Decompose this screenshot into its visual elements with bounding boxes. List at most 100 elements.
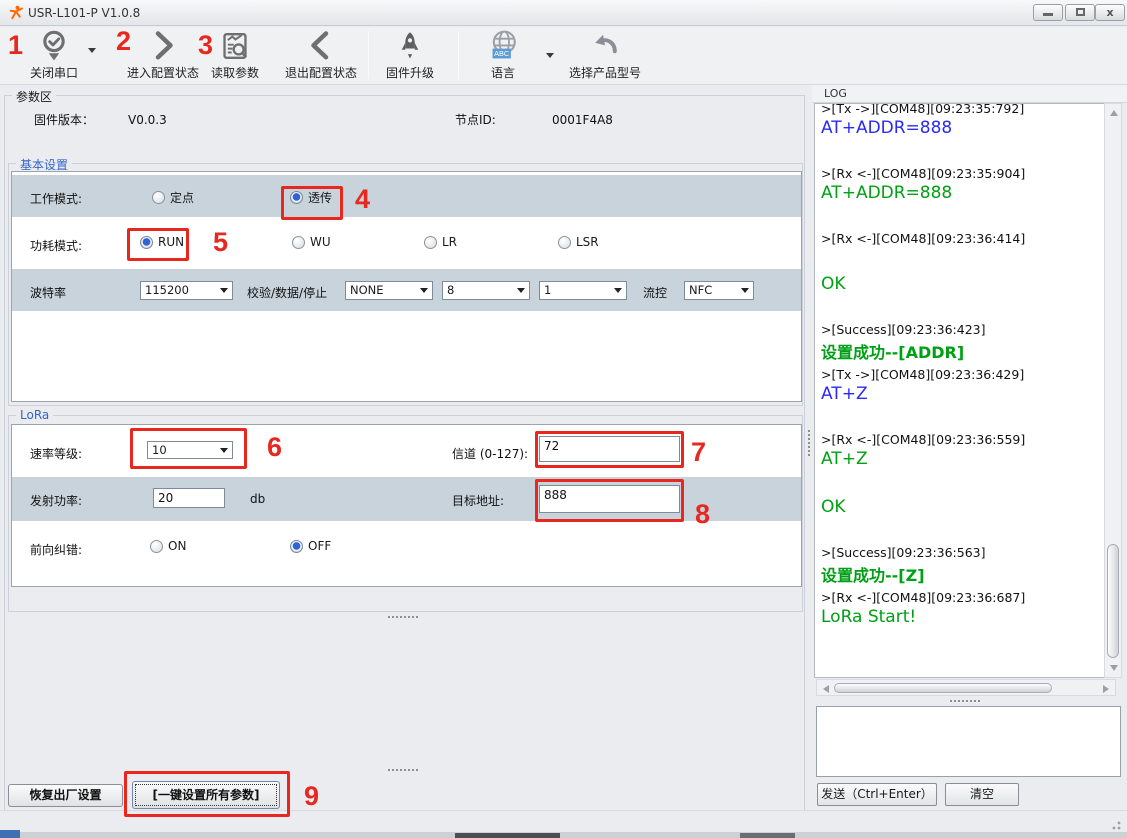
log-line: 设置成功--[ADDR] <box>821 339 1121 363</box>
close-button[interactable]: x <box>1095 4 1125 21</box>
window-title: USR-L101-P V1.0.8 <box>28 6 140 20</box>
clear-button[interactable]: 清空 <box>945 783 1019 806</box>
log-line: >[Tx ->][COM48][09:23:36:429] <box>821 367 1121 382</box>
background-window-fragment <box>0 830 20 838</box>
app-window: USR-L101-P V1.0.8 x 关闭串口 进入配置状态 <box>0 0 1127 838</box>
radio-dot <box>152 191 165 204</box>
toolbar-separator <box>368 31 369 79</box>
log-output-area[interactable]: >[Tx ->][COM48][09:23:35:792] AT+ADDR=888… <box>814 103 1122 678</box>
stopbits-select[interactable]: 1 <box>539 281 627 300</box>
undo-arrow-icon <box>589 29 621 63</box>
log-line: >[Rx <-][COM48][09:23:36:559] <box>821 432 1121 447</box>
close-serial-dropdown-caret[interactable] <box>88 48 96 53</box>
log-title: LOG <box>824 87 847 100</box>
annotation-number-7: 7 <box>691 437 706 468</box>
scrollbar-thumb[interactable] <box>834 683 1052 693</box>
annotation-box <box>127 228 189 261</box>
radio-work-mode-fixed[interactable]: 定点 <box>152 189 194 206</box>
parity-label: 校验/数据/停止 <box>247 284 327 301</box>
log-line: AT+ADDR=888 <box>821 118 1121 138</box>
chevron-down-icon <box>517 288 525 293</box>
maximize-button[interactable] <box>1065 4 1095 21</box>
background-window-fragment <box>455 833 560 838</box>
radio-power-wu[interactable]: WU <box>292 235 331 249</box>
log-line: OK <box>821 497 1121 517</box>
flow-select[interactable]: NFC <box>684 281 754 300</box>
scrollbar-thumb[interactable] <box>1107 544 1119 658</box>
annotation-number-6: 6 <box>267 432 282 463</box>
power-mode-label: 功耗模式: <box>30 237 82 254</box>
background-window-fragment <box>740 833 795 838</box>
rate-label: 速率等级: <box>30 445 82 462</box>
log-vertical-scrollbar[interactable] <box>1104 103 1122 678</box>
log-line: LoRa Start! <box>821 607 1121 627</box>
enter-config-button[interactable]: 进入配置状态 <box>120 29 206 83</box>
log-line: >[Tx ->][COM48][09:23:35:792] <box>821 103 1121 116</box>
splitter-handle[interactable] <box>388 769 418 771</box>
annotation-number-9: 9 <box>304 781 319 812</box>
language-dropdown-caret[interactable] <box>546 53 554 58</box>
chevron-left-icon <box>306 29 336 63</box>
scroll-right-arrow[interactable] <box>1103 685 1109 693</box>
databits-select[interactable]: 8 <box>442 281 530 300</box>
channel-label: 信道 (0-127): <box>452 445 528 462</box>
radio-dot <box>150 540 163 553</box>
radio-power-lr[interactable]: LR <box>424 235 457 249</box>
radio-dot <box>558 236 571 249</box>
toolbar: 关闭串口 进入配置状态 读取参数 退出配置状态 <box>0 27 1127 85</box>
read-params-button[interactable]: 读取参数 <box>204 29 266 83</box>
lora-title: LoRa <box>16 408 53 422</box>
log-line: OK <box>821 274 1121 294</box>
node-id-label: 节点ID: <box>455 111 496 128</box>
radio-power-lsr[interactable]: LSR <box>558 235 599 249</box>
parity-select[interactable]: NONE <box>345 281 433 300</box>
radio-fec-on[interactable]: ON <box>150 539 186 553</box>
splitter-handle[interactable] <box>950 700 980 702</box>
chevron-down-icon <box>614 288 622 293</box>
log-line: AT+ADDR=888 <box>821 183 1121 203</box>
scroll-up-arrow[interactable] <box>1110 110 1118 116</box>
baud-label: 波特率 <box>30 284 66 301</box>
work-mode-row <box>12 175 801 217</box>
log-horizontal-scrollbar[interactable] <box>816 679 1116 696</box>
annotation-box <box>535 431 684 468</box>
exit-config-button[interactable]: 退出配置状态 <box>278 29 364 83</box>
language-button[interactable]: ABC 语言 <box>478 29 528 83</box>
firmware-upgrade-button[interactable]: 固件升级 <box>382 29 438 83</box>
log-line: AT+Z <box>821 449 1121 469</box>
globe-abc-icon: ABC <box>486 29 520 63</box>
splitter-handle[interactable] <box>388 616 418 618</box>
txpower-input[interactable]: 20 <box>153 488 225 508</box>
minimize-button[interactable] <box>1033 4 1063 21</box>
target-label: 目标地址: <box>452 492 504 509</box>
select-product-button[interactable]: 选择产品型号 <box>562 29 648 83</box>
chevron-down-icon <box>220 288 228 293</box>
annotation-box <box>535 479 684 522</box>
send-button[interactable]: 发送（Ctrl+Enter） <box>817 783 937 806</box>
splitter-handle[interactable] <box>808 430 810 456</box>
title-bar: USR-L101-P V1.0.8 x <box>0 0 1127 26</box>
log-line: >[Success][09:23:36:423] <box>821 322 1121 337</box>
fec-label: 前向纠错: <box>30 541 82 558</box>
annotation-box <box>281 186 343 220</box>
factory-reset-button[interactable]: 恢复出厂设置 <box>8 784 123 807</box>
annotation-number-8: 8 <box>695 499 710 530</box>
toolbar-separator <box>458 31 459 79</box>
scroll-down-arrow[interactable] <box>1110 665 1118 671</box>
read-params-icon <box>219 29 251 63</box>
param-area-title: 参数区 <box>12 88 56 105</box>
annotation-number-3: 3 <box>198 30 213 61</box>
annotation-number-1: 1 <box>8 30 23 61</box>
annotation-number-4: 4 <box>355 184 370 215</box>
log-panel-header: LOG <box>812 85 1127 103</box>
radio-fec-off[interactable]: OFF <box>290 539 331 553</box>
svg-text:ABC: ABC <box>494 49 509 58</box>
close-serial-button[interactable]: 关闭串口 <box>18 29 90 83</box>
resize-grip[interactable] <box>1109 818 1121 830</box>
rocket-icon <box>395 29 425 63</box>
firmware-version-label: 固件版本： <box>34 111 94 128</box>
scroll-left-arrow[interactable] <box>823 685 829 693</box>
send-input[interactable] <box>816 706 1121 777</box>
annotation-box <box>124 771 290 817</box>
baud-select[interactable]: 115200 <box>140 281 233 300</box>
